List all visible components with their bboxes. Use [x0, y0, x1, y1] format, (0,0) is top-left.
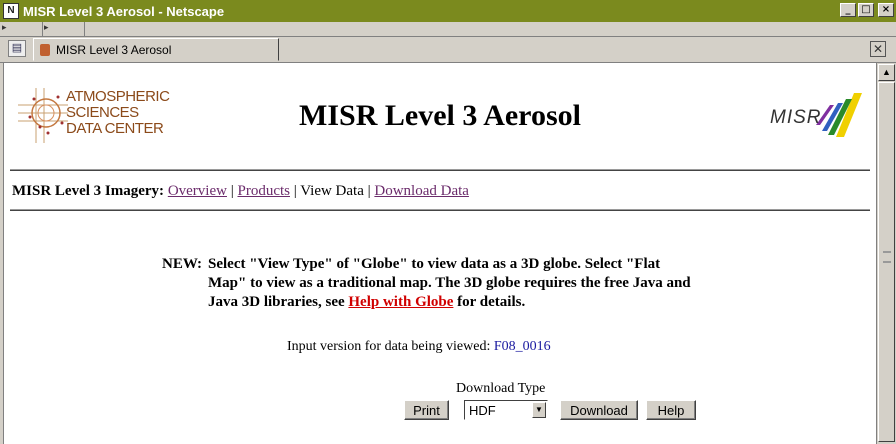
page-content: ATMOSPHERIC SCIENCES DATA CENTER MISR Le… — [3, 63, 876, 444]
notice-label: NEW: — [162, 256, 203, 272]
version-line: Input version for data being viewed: F08… — [287, 339, 551, 355]
close-window-button[interactable]: × — [878, 3, 894, 17]
scrollbar-grip-icon — [883, 251, 891, 263]
asdc-line-1: ATMOSPHERIC — [66, 88, 170, 105]
nav-separator: | — [363, 183, 375, 199]
divider-bottom — [10, 209, 870, 211]
nav-separator: | — [226, 183, 238, 199]
help-with-globe-link[interactable]: Help with Globe — [348, 294, 453, 310]
maximize-button[interactable]: □ — [858, 3, 874, 17]
help-button[interactable]: Help — [646, 400, 696, 420]
nav-separator: | — [289, 183, 301, 199]
tab-misr-level3[interactable]: MISR Level 3 Aerosol — [33, 38, 279, 61]
version-value: F08_0016 — [493, 339, 551, 354]
nav-current-view-data: View Data — [300, 183, 364, 199]
toolbar-grip-left-icon[interactable]: ▸ — [2, 22, 43, 36]
asdc-line-3: DATA CENTER — [66, 120, 164, 137]
notice-body: Select "View Type" of "Globe" to view da… — [208, 255, 698, 312]
nav-prefix: MISR Level 3 Imagery: — [12, 183, 165, 199]
tab-label: MISR Level 3 Aerosol — [56, 42, 172, 57]
nav-link-products[interactable]: Products — [237, 183, 290, 199]
toolbar-strip: ▸ ▸ — [0, 22, 896, 37]
asdc-logo-text: ATMOSPHERIC SCIENCES DATA CENTER — [66, 88, 170, 137]
vertical-scrollbar[interactable]: ▲ — [876, 63, 896, 444]
chevron-down-icon[interactable]: ▼ — [532, 402, 546, 418]
page-favicon-icon — [40, 43, 50, 56]
misr-logo-text: MISR — [770, 107, 822, 128]
scroll-up-arrow-icon[interactable]: ▲ — [878, 64, 895, 81]
download-type-label: Download Type — [456, 381, 546, 396]
scrollbar-thumb[interactable] — [878, 82, 895, 442]
version-label: Input version for data being viewed: — [287, 339, 491, 354]
window-title: MISR Level 3 Aerosol - Netscape — [23, 3, 225, 19]
notice-text-after: for details. — [453, 294, 526, 310]
tab-bar: ▤ MISR Level 3 Aerosol ✕ — [0, 37, 896, 63]
page-title: MISR Level 3 Aerosol — [299, 99, 581, 132]
divider-top — [10, 169, 870, 171]
new-tab-icon[interactable]: ▤ — [8, 40, 26, 57]
asdc-logo[interactable]: ATMOSPHERIC SCIENCES DATA CENTER — [18, 83, 198, 153]
minimize-button[interactable]: _ — [840, 3, 856, 17]
window-titlebar: N MISR Level 3 Aerosol - Netscape _ □ × — [0, 0, 896, 22]
nav-link-overview[interactable]: Overview — [168, 183, 227, 199]
misr-logo[interactable]: MISR — [766, 89, 866, 149]
netscape-app-icon[interactable]: N — [3, 3, 19, 19]
download-type-select[interactable]: HDF ▼ — [464, 400, 548, 420]
close-tab-icon[interactable]: ✕ — [870, 41, 886, 57]
breadcrumb: MISR Level 3 Imagery: Overview | Product… — [12, 183, 469, 200]
download-type-value: HDF — [469, 403, 496, 418]
print-button[interactable]: Print — [404, 400, 449, 420]
asdc-line-2: SCIENCES — [66, 104, 139, 121]
download-button[interactable]: Download — [560, 400, 638, 420]
toolbar-grip-right-icon[interactable]: ▸ — [44, 22, 85, 36]
nav-link-download-data[interactable]: Download Data — [374, 183, 469, 199]
